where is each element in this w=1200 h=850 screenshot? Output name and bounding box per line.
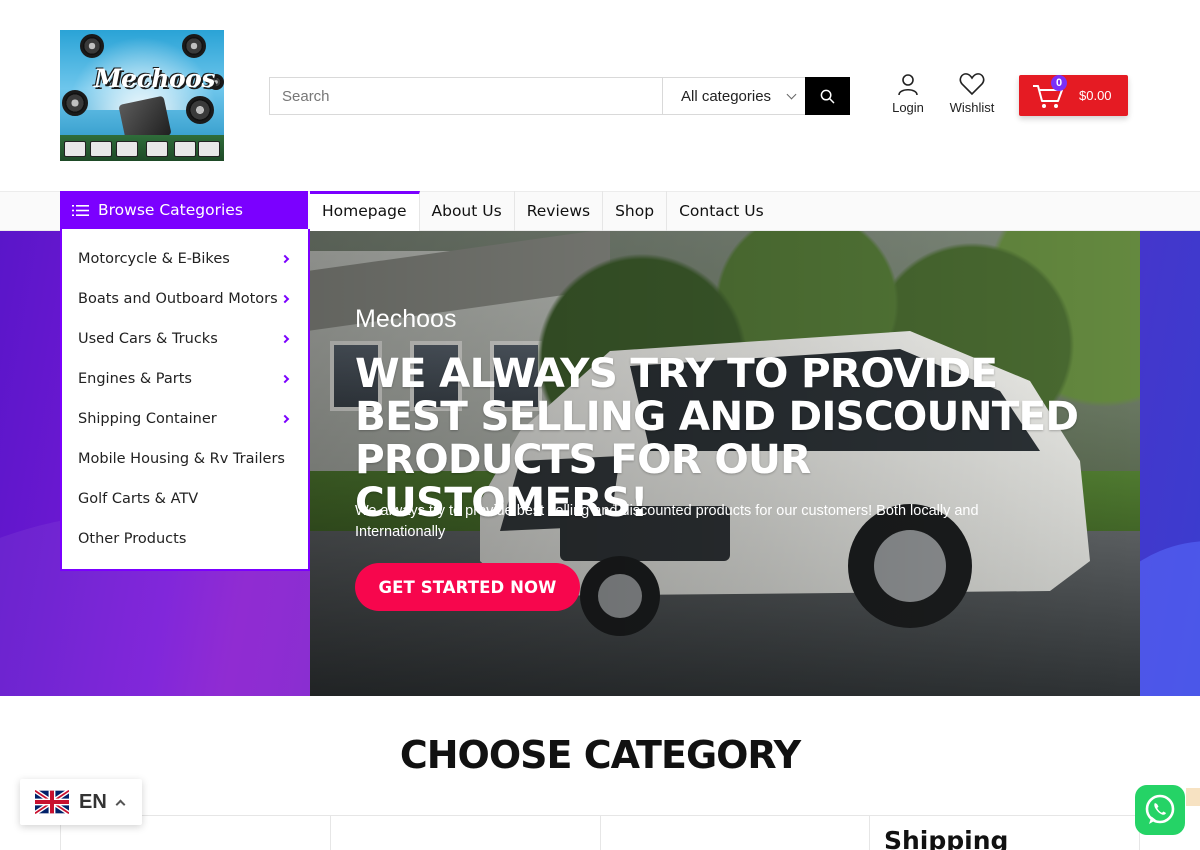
site-logo[interactable]: Mechoos xyxy=(60,30,224,161)
whatsapp-button[interactable] xyxy=(1135,785,1185,835)
category-item[interactable]: Engines & Parts xyxy=(62,359,308,399)
category-item[interactable]: Motorcycle & E-Bikes xyxy=(62,239,308,279)
language-code: EN xyxy=(79,790,107,813)
user-icon xyxy=(898,74,918,96)
hero-title: WE ALWAYS TRY TO PROVIDE BEST SELLING AN… xyxy=(355,349,1079,526)
category-item-label: Engines & Parts xyxy=(78,371,192,387)
category-item[interactable]: Mobile Housing & Rv Trailers xyxy=(62,439,308,479)
nav-homepage[interactable]: Homepage xyxy=(310,191,420,231)
search-icon xyxy=(820,89,835,103)
chevron-down-icon xyxy=(786,89,797,100)
nav-reviews[interactable]: Reviews xyxy=(515,191,604,231)
chevron-right-icon xyxy=(280,294,290,304)
nav-contact-us[interactable]: Contact Us xyxy=(667,191,776,231)
uk-flag-icon xyxy=(35,790,69,814)
wishlist-link[interactable]: Wishlist xyxy=(944,72,1000,115)
category-item-label: Mobile Housing & Rv Trailers xyxy=(78,451,285,467)
login-link[interactable]: Login xyxy=(888,72,928,115)
language-switcher[interactable]: EN xyxy=(20,779,142,825)
browse-categories-label: Browse Categories xyxy=(98,201,243,219)
get-started-button[interactable]: GET STARTED NOW xyxy=(355,563,580,611)
category-item[interactable]: Shipping Container xyxy=(62,399,308,439)
search-button[interactable] xyxy=(805,77,850,115)
menu-icon xyxy=(72,204,89,216)
cart-total: $0.00 xyxy=(1079,88,1112,103)
category-select[interactable]: All categories xyxy=(662,78,805,114)
category-item-label: Golf Carts & ATV xyxy=(78,491,199,507)
chevron-up-icon xyxy=(115,799,126,810)
category-item-label: Motorcycle & E-Bikes xyxy=(78,251,230,267)
chevron-right-icon xyxy=(280,254,290,264)
browse-categories-button[interactable]: Browse Categories xyxy=(60,191,308,229)
wishlist-label: Wishlist xyxy=(949,100,995,115)
category-item[interactable]: Boats and Outboard Motors xyxy=(62,279,308,319)
category-item[interactable]: Used Cars & Trucks xyxy=(62,319,308,359)
section-title: CHOOSE CATEGORY xyxy=(399,733,801,777)
nav-about-us[interactable]: About Us xyxy=(420,191,515,231)
category-item[interactable]: Golf Carts & ATV xyxy=(62,479,308,519)
category-select-value: All categories xyxy=(681,87,772,105)
category-menu: Motorcycle & E-Bikes Boats and Outboard … xyxy=(60,229,310,571)
chevron-right-icon xyxy=(280,414,290,424)
side-tab[interactable] xyxy=(1186,788,1200,806)
category-item-label: Shipping Container xyxy=(78,411,217,427)
category-card[interactable] xyxy=(329,816,600,850)
login-label: Login xyxy=(892,100,924,115)
heart-icon xyxy=(959,73,985,96)
whatsapp-icon xyxy=(1145,794,1175,824)
hero-description: We always try to provide best selling an… xyxy=(355,503,979,540)
category-item-label: Other Products xyxy=(78,531,187,547)
category-item-label: Boats and Outboard Motors xyxy=(78,291,278,307)
category-item-label: Used Cars & Trucks xyxy=(78,331,218,347)
category-card-title: Shipping xyxy=(884,826,1009,850)
search-input[interactable] xyxy=(270,78,662,114)
nav-shop[interactable]: Shop xyxy=(603,191,668,231)
search-bar: All categories xyxy=(269,77,850,115)
main-nav: Homepage About Us Reviews Shop Contact U… xyxy=(310,191,776,231)
cart-count-badge: 0 xyxy=(1051,75,1067,91)
category-card[interactable] xyxy=(599,816,870,850)
chevron-right-icon xyxy=(280,374,290,384)
category-item[interactable]: Other Products xyxy=(62,519,308,559)
cart-button[interactable]: 0 $0.00 xyxy=(1019,75,1128,116)
chevron-right-icon xyxy=(280,334,290,344)
logo-text: Mechoos xyxy=(94,64,215,93)
hero-subtitle: Mechoos xyxy=(355,305,457,333)
